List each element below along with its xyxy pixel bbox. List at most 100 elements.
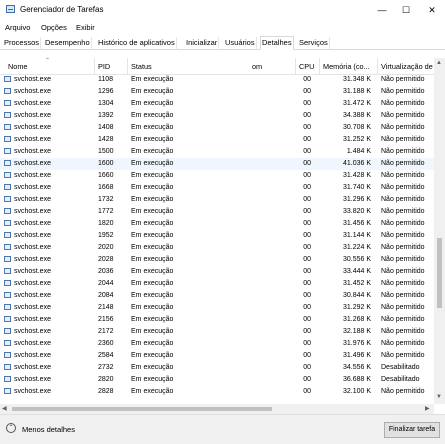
cell-cpu: 00: [303, 244, 311, 251]
cell-pid: 1408: [98, 124, 114, 131]
scroll-left-icon[interactable]: ◀: [2, 405, 7, 412]
cell-memory: 31.452 K: [342, 280, 371, 287]
cell-memory: 34.388 K: [342, 112, 371, 119]
table-row[interactable]: svchost.exe 2148 Em execução 00 31.292 K Não …: [0, 302, 434, 314]
table-row[interactable]: svchost.exe 2044 Em execução 00 31.452 K Não …: [0, 278, 434, 290]
table-row[interactable]: svchost.exe 1500 Em execução 00 1.484 K Não p…: [0, 146, 434, 158]
tab-processos[interactable]: Processos: [3, 37, 42, 50]
table-row[interactable]: svchost.exe 1952 Em execução 00 31.144 K Não …: [0, 230, 434, 242]
cell-cpu: 00: [303, 352, 311, 359]
table-row[interactable]: svchost.exe 1108 Em execução 00 31.348 K Não …: [0, 74, 434, 86]
table-row[interactable]: svchost.exe 1772 Em execução 00 33.820 K Não …: [0, 206, 434, 218]
cell-memory: 31.268 K: [342, 316, 371, 323]
table-row[interactable]: svchost.exe 1428 Em execução 00 31.252 K Não …: [0, 134, 434, 146]
cell-pid: 2828: [98, 388, 114, 395]
close-button[interactable]: ✕: [425, 3, 439, 17]
table-row[interactable]: svchost.exe 2020 Em execução 00 31.224 K Não …: [0, 242, 434, 254]
column-virtualization[interactable]: Virtualização de ...: [381, 62, 441, 71]
cell-cpu: 00: [303, 316, 311, 323]
cell-virtualization: Não permitido: [381, 88, 425, 95]
less-details-link[interactable]: Menos detalhes: [22, 425, 75, 434]
cell-name: svchost.exe: [14, 340, 51, 347]
cell-pid: 1296: [98, 88, 114, 95]
process-icon: [4, 328, 11, 334]
column-name[interactable]: Nome: [8, 62, 27, 71]
horizontal-scrollbar[interactable]: ◀ ▶: [0, 404, 434, 414]
column-status[interactable]: Status: [131, 62, 152, 71]
cell-status: Em execução: [131, 88, 174, 95]
cell-status: Em execução: [131, 112, 174, 119]
table-row[interactable]: svchost.exe 2084 Em execução 00 30.844 K Não …: [0, 290, 434, 302]
tab-desempenho[interactable]: Desempenho: [44, 37, 92, 50]
cell-status: Em execução: [131, 232, 174, 239]
cell-memory: 31.472 K: [342, 100, 371, 107]
scroll-right-icon[interactable]: ▶: [425, 405, 430, 412]
cell-cpu: 00: [303, 100, 311, 107]
cell-pid: 1660: [98, 172, 114, 179]
column-divider[interactable]: [319, 58, 320, 74]
table-row[interactable]: svchost.exe 2828 Em execução 00 32.100 K Não …: [0, 386, 434, 398]
menu-opcoes[interactable]: Opções: [41, 23, 67, 32]
table-row[interactable]: svchost.exe 1732 Em execução 00 31.296 K Não …: [0, 194, 434, 206]
cell-status: Em execução: [131, 316, 174, 323]
tab-inicializar[interactable]: Inicializar: [185, 37, 220, 50]
table-row[interactable]: svchost.exe 1304 Em execução 00 31.472 K Não …: [0, 98, 434, 110]
column-partial[interactable]: om: [252, 62, 262, 71]
chevron-up-icon[interactable]: ⌃: [6, 423, 16, 433]
cell-status: Em execução: [131, 352, 174, 359]
table-row[interactable]: svchost.exe 2036 Em execução 00 33.444 K Não …: [0, 266, 434, 278]
table-row[interactable]: svchost.exe 2028 Em execução 00 30.556 K Não …: [0, 254, 434, 266]
tab-historico[interactable]: Histórico de aplicativos: [97, 37, 177, 50]
cell-pid: 2020: [98, 244, 114, 251]
cell-status: Em execução: [131, 136, 174, 143]
table-row[interactable]: svchost.exe 2360 Em execução 00 31.976 K Não …: [0, 338, 434, 350]
table-row[interactable]: svchost.exe 2732 Em execução 00 34.556 K Desa…: [0, 362, 434, 374]
table-row[interactable]: svchost.exe 2156 Em execução 00 31.268 K Não …: [0, 314, 434, 326]
vertical-scrollbar[interactable]: ▲ ▼: [434, 58, 445, 404]
maximize-button[interactable]: ☐: [399, 3, 413, 17]
table-row[interactable]: svchost.exe 2172 Em execução 00 32.188 K Não …: [0, 326, 434, 338]
cell-name: svchost.exe: [14, 352, 51, 359]
scroll-up-icon[interactable]: ▲: [436, 60, 442, 66]
process-icon: [4, 136, 11, 142]
table-row[interactable]: svchost.exe 1296 Em execução 00 31.188 K Não …: [0, 86, 434, 98]
table-row[interactable]: svchost.exe 1600 Em execução 00 41.036 K Não …: [0, 158, 434, 170]
cell-memory: 33.820 K: [342, 208, 371, 215]
cell-cpu: 00: [303, 124, 311, 131]
table-row[interactable]: svchost.exe 2820 Em execução 00 36.688 K Desa…: [0, 374, 434, 386]
minimize-button[interactable]: —: [375, 3, 389, 17]
cell-virtualization: Não permitido: [381, 172, 425, 179]
column-memory[interactable]: Memória (co...: [323, 62, 370, 71]
cell-status: Em execução: [131, 208, 174, 215]
column-cpu[interactable]: CPU: [299, 62, 314, 71]
menu-exibir[interactable]: Exibir: [76, 23, 95, 32]
column-pid[interactable]: PID: [98, 62, 110, 71]
column-divider[interactable]: [295, 58, 296, 74]
table-row[interactable]: svchost.exe 1820 Em execução 00 31.456 K Não …: [0, 218, 434, 230]
cell-status: Em execução: [131, 340, 174, 347]
cell-virtualization: Não permitido: [381, 328, 425, 335]
column-divider[interactable]: [94, 58, 95, 74]
menu-arquivo[interactable]: Arquivo: [5, 23, 30, 32]
table-row[interactable]: svchost.exe 1660 Em execução 00 31.428 K Não …: [0, 170, 434, 182]
cell-memory: 31.456 K: [342, 220, 371, 227]
end-task-button[interactable]: Finalizar tarefa: [384, 422, 440, 438]
table-row[interactable]: svchost.exe 1408 Em execução 00 30.708 K Não …: [0, 122, 434, 134]
tab-usuarios[interactable]: Usuários: [224, 37, 257, 50]
column-divider[interactable]: [377, 58, 378, 74]
table-row[interactable]: svchost.exe 1392 Em execução 00 34.388 K Não …: [0, 110, 434, 122]
tab-detalhes[interactable]: Detalhes: [260, 36, 294, 50]
table-row[interactable]: svchost.exe 1668 Em execução 00 31.740 K Não …: [0, 182, 434, 194]
scroll-down-icon[interactable]: ▼: [436, 394, 442, 400]
cell-status: Em execução: [131, 76, 174, 83]
process-icon: [4, 100, 11, 106]
tab-servicos[interactable]: Serviços: [298, 37, 330, 50]
cell-pid: 2028: [98, 256, 114, 263]
cell-pid: 1820: [98, 220, 114, 227]
horizontal-scroll-thumb[interactable]: [12, 407, 272, 411]
column-divider[interactable]: [127, 58, 128, 74]
table-row[interactable]: svchost.exe 2584 Em execução 00 31.496 K Não …: [0, 350, 434, 362]
vertical-scroll-thumb[interactable]: [437, 238, 442, 308]
cell-pid: 1952: [98, 232, 114, 239]
cell-memory: 30.844 K: [342, 292, 371, 299]
